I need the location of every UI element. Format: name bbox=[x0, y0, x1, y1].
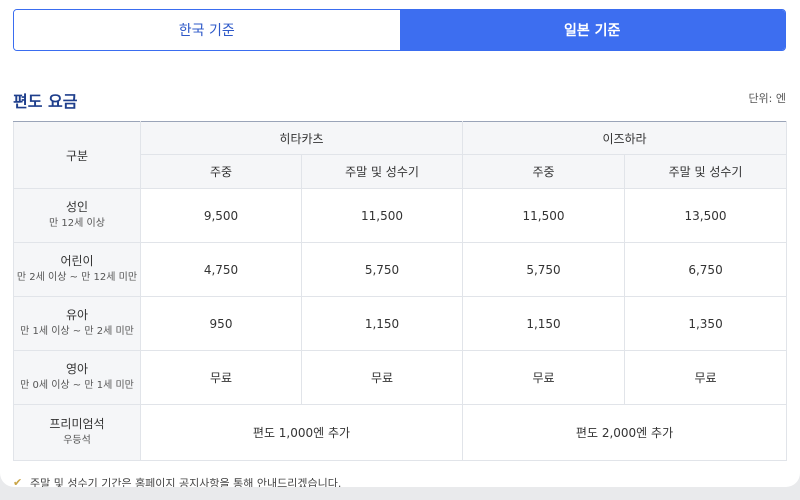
row-label-sub: 우등석 bbox=[63, 435, 91, 446]
fare-cell: 6,750 bbox=[624, 242, 788, 297]
row-label-sub: 만 0세 이상 ~ 만 1세 미만 bbox=[20, 380, 134, 391]
fare-cell: 11,500 bbox=[300, 188, 464, 243]
row-label-main: 성인 bbox=[65, 200, 89, 214]
fare-cell: 1,150 bbox=[300, 296, 464, 351]
table-row: 어린이 만 2세 이상 ~ 만 12세 미만 4,750 5,750 5,750… bbox=[13, 242, 788, 297]
fare-cell: 4,750 bbox=[140, 242, 302, 297]
notice: ✔ 주말 및 성수기 기간은 홈페이지 공지사항을 통해 안내드리겠습니다. bbox=[13, 475, 341, 487]
table-row: 성인 만 12세 이상 9,500 11,500 11,500 13,500 bbox=[13, 188, 788, 243]
tab-korea-standard[interactable]: 한국 기준 bbox=[14, 10, 400, 50]
check-icon: ✔ bbox=[13, 476, 23, 487]
row-label-infant: 영아 만 0세 이상 ~ 만 1세 미만 bbox=[13, 350, 141, 405]
row-label-main: 프리미엄석 bbox=[49, 417, 105, 431]
fare-cell: 무료 bbox=[462, 350, 626, 405]
table-row: 영아 만 0세 이상 ~ 만 1세 미만 무료 무료 무료 무료 bbox=[13, 350, 788, 405]
header-port-izuhara: 이즈하라 bbox=[462, 121, 788, 155]
tab-bar: 한국 기준 일본 기준 bbox=[13, 9, 786, 51]
row-label-sub: 만 12세 이상 bbox=[49, 218, 105, 229]
premium-surcharge-hitakatsu: 편도 1,000엔 추가 bbox=[139, 404, 464, 461]
fare-cell: 1,350 bbox=[624, 296, 788, 351]
row-label-toddler: 유아 만 1세 이상 ~ 만 2세 미만 bbox=[13, 296, 141, 351]
unit-label: 단위: 엔 bbox=[748, 92, 786, 105]
header-category: 구분 bbox=[13, 121, 141, 189]
fare-cell: 1,150 bbox=[462, 296, 626, 351]
fare-cell: 950 bbox=[140, 296, 302, 351]
fare-cell: 무료 bbox=[624, 350, 788, 405]
header-period: 주중 bbox=[462, 154, 626, 189]
header-period: 주말 및 성수기 bbox=[300, 154, 464, 189]
row-label-sub: 만 2세 이상 ~ 만 12세 미만 bbox=[16, 272, 138, 283]
fare-cell: 11,500 bbox=[462, 188, 626, 243]
row-label-adult: 성인 만 12세 이상 bbox=[13, 188, 141, 243]
notice-text: 주말 및 성수기 기간은 홈페이지 공지사항을 통해 안내드리겠습니다. bbox=[30, 477, 342, 487]
header-period: 주중 bbox=[140, 154, 302, 189]
section-title: 편도 요금 bbox=[13, 92, 78, 111]
row-label-child: 어린이 만 2세 이상 ~ 만 12세 미만 bbox=[13, 242, 141, 297]
row-label-main: 영아 bbox=[65, 362, 89, 376]
row-label-main: 유아 bbox=[65, 308, 89, 322]
row-label-main: 어린이 bbox=[60, 254, 94, 268]
premium-surcharge-izuhara: 편도 2,000엔 추가 bbox=[462, 404, 788, 461]
fare-table: 구분 히타카츠 이즈하라 주중 주말 및 성수기 주중 주말 및 성수기 성인 … bbox=[13, 121, 788, 461]
fare-cell: 무료 bbox=[300, 350, 464, 405]
table-row: 유아 만 1세 이상 ~ 만 2세 미만 950 1,150 1,150 1,3… bbox=[13, 296, 788, 351]
row-label-premium: 프리미엄석 우등석 bbox=[13, 404, 141, 461]
fare-cell: 무료 bbox=[140, 350, 302, 405]
fare-panel: 한국 기준 일본 기준 편도 요금 단위: 엔 구분 히타카츠 이즈하라 주중 … bbox=[0, 0, 800, 487]
table-row: 프리미엄석 우등석 편도 1,000엔 추가 편도 2,000엔 추가 bbox=[13, 404, 788, 461]
header-period: 주말 및 성수기 bbox=[624, 154, 788, 189]
fare-cell: 5,750 bbox=[462, 242, 626, 297]
row-label-sub: 만 1세 이상 ~ 만 2세 미만 bbox=[20, 326, 134, 337]
fare-cell: 5,750 bbox=[300, 242, 464, 297]
fare-cell: 9,500 bbox=[140, 188, 302, 243]
tab-japan-standard[interactable]: 일본 기준 bbox=[399, 10, 785, 50]
header-port-hitakatsu: 히타카츠 bbox=[139, 121, 464, 155]
fare-cell: 13,500 bbox=[624, 188, 788, 243]
